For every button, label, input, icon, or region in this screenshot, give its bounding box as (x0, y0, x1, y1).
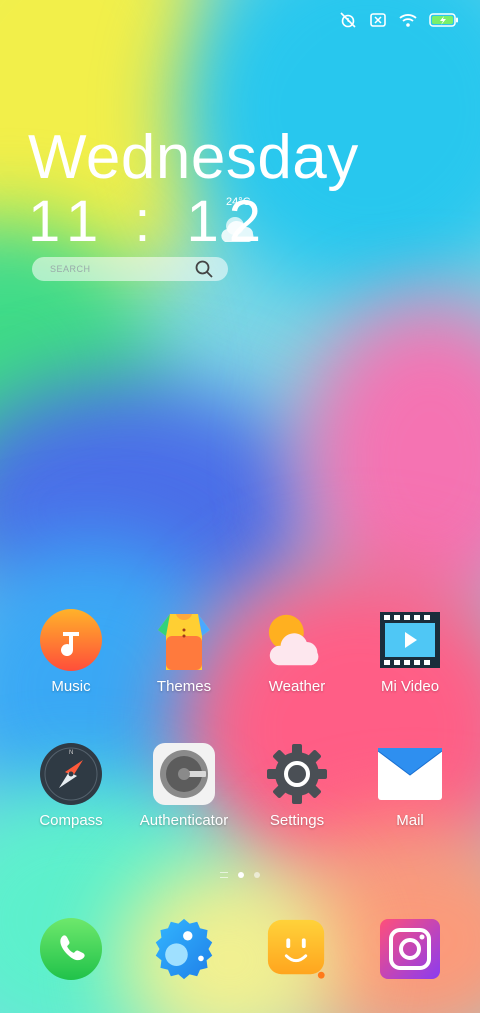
battery-charging-icon (428, 10, 460, 30)
gear-icon (265, 742, 329, 806)
dock-messaging[interactable] (129, 917, 239, 981)
clock-day[interactable]: Wednesday (28, 122, 359, 193)
alarm-off-icon (338, 10, 358, 30)
app-label: Themes (156, 678, 212, 695)
messaging-icon (152, 917, 216, 981)
wifi-icon (398, 10, 418, 30)
page-dot[interactable] (254, 872, 260, 878)
app-label: Weather (268, 678, 326, 695)
app-mi-video[interactable]: Mi Video (355, 608, 465, 695)
app-themes[interactable]: Themes (129, 608, 239, 695)
search-icon (192, 257, 216, 281)
app-music[interactable]: Music (16, 608, 126, 695)
page-indicator[interactable] (0, 872, 480, 878)
camera-icon (378, 917, 442, 981)
smiley-icon (265, 917, 329, 981)
app-authenticator[interactable]: Authenticator (129, 742, 239, 829)
cloud-icon (217, 212, 259, 251)
dock-camera[interactable] (355, 917, 465, 981)
weather-temperature[interactable]: 24°C (226, 196, 251, 208)
weather-icon (265, 608, 329, 672)
app-label: Settings (269, 812, 325, 829)
status-bar (338, 10, 460, 30)
app-label: Mail (396, 812, 424, 829)
phone-icon (39, 917, 103, 981)
video-icon (378, 608, 442, 672)
app-label: Compass (39, 812, 103, 829)
app-settings[interactable]: Settings (242, 742, 352, 829)
mail-icon (378, 742, 442, 806)
sim-x-icon (368, 10, 388, 30)
app-weather[interactable]: Weather (242, 608, 352, 695)
app-label: Mi Video (380, 678, 440, 695)
svg-text:N: N (69, 750, 73, 756)
app-label: Authenticator (139, 812, 229, 829)
dock-smiley-app[interactable] (242, 917, 352, 981)
authenticator-icon (152, 742, 216, 806)
dock-phone[interactable] (16, 917, 126, 981)
search-bar[interactable]: SEARCH (32, 257, 228, 281)
music-icon (39, 608, 103, 672)
search-placeholder: SEARCH (50, 264, 91, 274)
compass-icon: N (39, 742, 103, 806)
page-dot-current[interactable] (238, 872, 244, 878)
themes-icon (152, 608, 216, 672)
app-mail[interactable]: Mail (355, 742, 465, 829)
app-label: Music (51, 678, 91, 695)
app-compass[interactable]: N Compass (16, 742, 126, 829)
feed-page-dot[interactable] (220, 872, 228, 878)
